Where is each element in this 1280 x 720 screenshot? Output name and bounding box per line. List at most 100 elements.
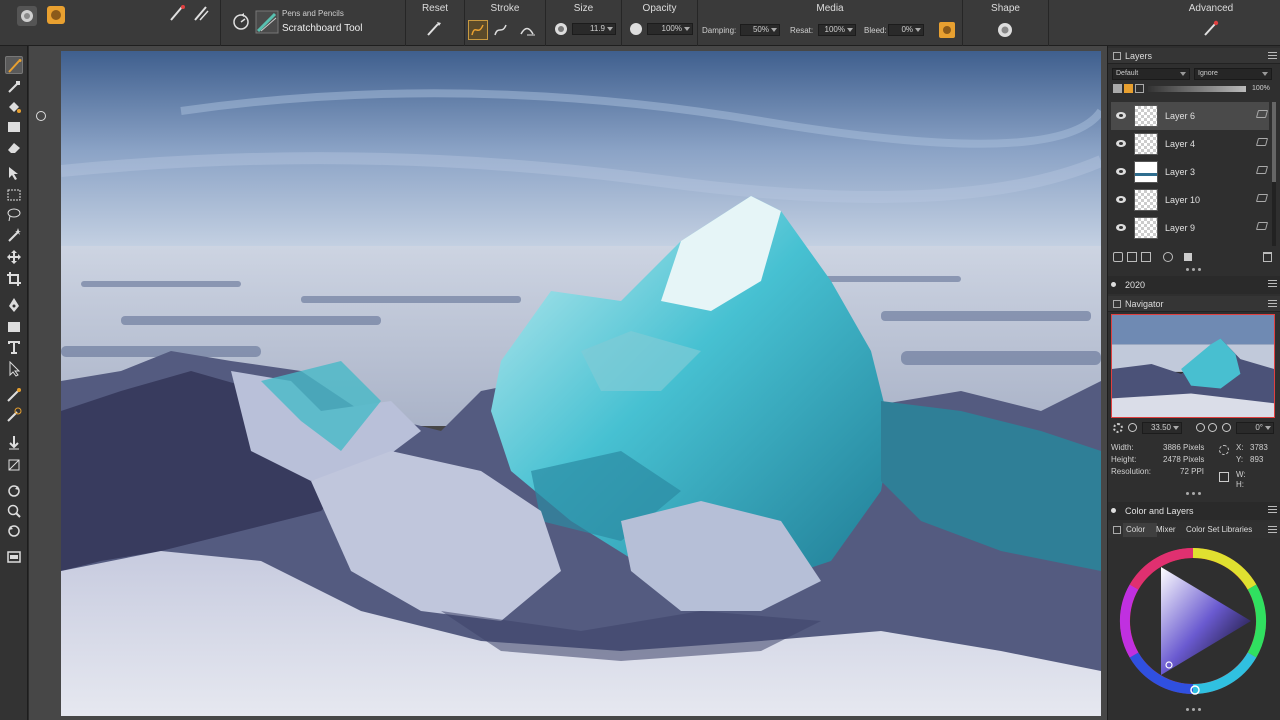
panel-collapse-icon[interactable] [1113,52,1121,60]
zoom-out-icon[interactable] [1208,423,1217,432]
rectangle-select-tool[interactable] [5,186,23,204]
opacity-field[interactable]: 100% [647,23,693,35]
zoom-icon[interactable] [1128,423,1137,432]
canvas-area[interactable] [29,46,1107,720]
layer-row[interactable]: Layer 4 [1111,130,1269,158]
brush-library-icon[interactable] [16,5,38,27]
zoom-in-icon[interactable] [1196,423,1205,432]
resize-handle[interactable] [1186,268,1202,272]
dropper-tool[interactable] [5,78,23,96]
advanced-brush-icon[interactable] [1202,20,1220,38]
stroke-options-button[interactable] [519,21,537,39]
layer-thumbnail [1134,161,1158,183]
brush-tool[interactable] [5,56,23,74]
tab-mixer[interactable]: Mixer [1153,523,1181,537]
brush-variant-icon[interactable] [192,4,210,22]
panel-menu-icon[interactable] [1268,52,1277,59]
layer-row[interactable]: Layer 10 [1111,186,1269,214]
eye-icon[interactable] [1116,224,1126,231]
lock-layer-icon[interactable] [1184,253,1192,261]
layers-panel-title: Layers [1125,51,1153,61]
paint-bucket-tool[interactable] [5,98,23,116]
layer-options-icon[interactable] [1255,194,1269,202]
reset-brush-button[interactable] [425,20,443,38]
pen-tool[interactable] [5,296,23,314]
layer-options-icon[interactable] [1255,166,1269,174]
lock-icon[interactable] [1124,84,1133,93]
brush-red-icon[interactable] [168,4,186,22]
layer-row[interactable]: Layer 3 [1111,158,1269,186]
fill-tool[interactable] [5,118,23,136]
color-swatch-icon[interactable] [46,5,66,25]
rubber-stamp-tool[interactable] [5,406,23,424]
pick-up-underlying-color-icon[interactable] [1135,84,1144,93]
color-and-layers-header[interactable]: Color and Layers [1108,502,1280,520]
rotate-icon[interactable] [1222,423,1231,432]
lasso-tool[interactable] [5,206,23,224]
cloner-tool[interactable] [5,386,23,404]
resat-field[interactable]: 100% [818,24,856,36]
gear-icon[interactable] [1113,423,1123,433]
dynamic-plugins-icon[interactable] [1127,252,1137,262]
transform-tool[interactable] [5,164,23,182]
layers-panel-header[interactable]: Layers [1108,48,1280,64]
navigator-panel-header[interactable]: Navigator [1108,296,1280,312]
composite-method-dropdown[interactable]: Default [1112,68,1190,80]
screen-mode-tool[interactable] [5,548,23,566]
eye-icon[interactable] [1116,140,1126,147]
layer-attributes-icon[interactable] [1113,252,1123,262]
shape-tool[interactable] [5,318,23,336]
scratchboard-tool-icon[interactable] [255,10,279,34]
navigator-preview[interactable] [1111,314,1275,418]
layer-row[interactable]: Layer 6 [1111,102,1269,130]
dodge-tool[interactable] [5,456,23,474]
resize-handle[interactable] [1186,708,1202,712]
preserve-transparency-icon[interactable] [1113,84,1122,93]
magic-wand-tool[interactable] [5,226,23,244]
shape-selection-tool[interactable] [5,360,23,378]
paper-texture-icon[interactable] [938,21,956,39]
reset-tool-icon[interactable] [231,12,251,32]
tab-color[interactable]: Color [1123,523,1157,537]
tab-color-set-libraries[interactable]: Color Set Libraries [1183,523,1267,537]
new-group-icon[interactable] [1141,252,1151,262]
panel-menu-icon[interactable] [1268,526,1277,533]
artwork-canvas[interactable] [61,51,1101,716]
bleed-field[interactable]: 0% [888,24,924,36]
opacity-slider[interactable] [1148,86,1246,92]
crop-tool[interactable] [5,270,23,288]
freehand-stroke-button[interactable] [468,20,488,40]
panel-collapse-icon[interactable] [1113,526,1121,534]
straight-line-stroke-button[interactable] [492,21,510,39]
eye-icon[interactable] [1116,196,1126,203]
eye-icon[interactable] [1116,168,1126,175]
trash-icon[interactable] [1263,252,1272,262]
group-2020-header[interactable]: 2020 [1108,276,1280,294]
eye-icon[interactable] [1116,112,1126,119]
layers-scrollbar[interactable] [1272,102,1276,246]
rotate-page-tool[interactable] [5,482,23,500]
grabber-tool[interactable] [5,522,23,540]
resize-handle[interactable] [1186,492,1202,496]
damping-field[interactable]: 50% [740,24,780,36]
size-field[interactable]: 11.9 [572,23,616,35]
composite-depth-dropdown[interactable]: Ignore [1194,68,1272,80]
text-tool[interactable] [5,338,23,356]
layer-options-icon[interactable] [1255,222,1269,230]
layer-row[interactable]: Layer 9 [1111,214,1269,242]
layer-adjuster-tool[interactable] [5,434,23,452]
eraser-tool[interactable] [5,138,23,156]
layer-mask-icon[interactable] [1163,252,1173,262]
color-wheel[interactable] [1117,545,1269,697]
layer-options-icon[interactable] [1255,138,1269,146]
panel-menu-icon[interactable] [1268,506,1277,513]
dab-shape-icon[interactable] [996,21,1014,39]
zoom-field[interactable]: 33.50 [1142,422,1182,434]
magnifier-tool[interactable] [5,502,23,520]
panel-collapse-icon[interactable] [1113,300,1121,308]
layer-options-icon[interactable] [1255,110,1269,118]
rotation-field[interactable]: 0° [1236,422,1274,434]
panel-menu-icon[interactable] [1268,280,1277,287]
move-tool[interactable] [5,248,23,266]
panel-menu-icon[interactable] [1268,300,1277,307]
